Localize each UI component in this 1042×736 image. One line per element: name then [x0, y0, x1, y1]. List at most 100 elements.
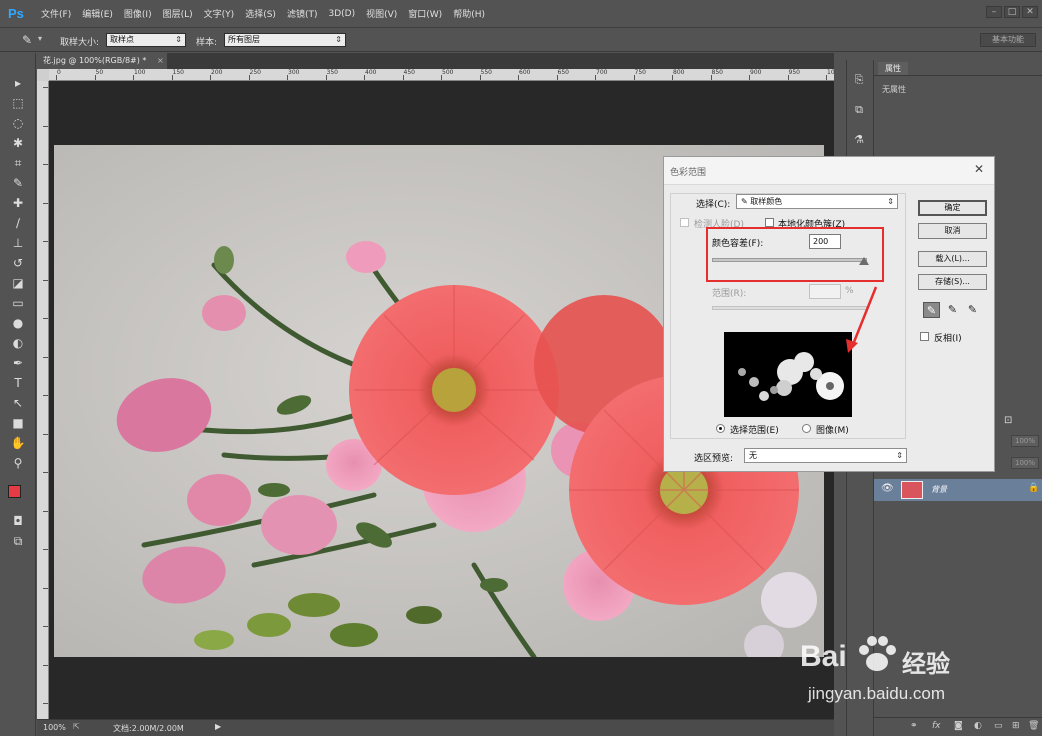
blur-tool-icon[interactable]: ●	[10, 315, 26, 331]
load-button[interactable]: 载入(L)...	[918, 251, 987, 267]
menu-layer[interactable]: 图层(L)	[163, 7, 193, 20]
quick-selection-tool-icon[interactable]: ✱	[10, 135, 26, 151]
eyedropper-minus-icon[interactable]: ✎	[964, 302, 981, 318]
dodge-tool-icon[interactable]: ◐	[10, 335, 26, 351]
image-radio[interactable]	[802, 424, 811, 433]
properties-tab[interactable]: 属性	[878, 62, 908, 75]
document-tab[interactable]: 花.jpg @ 100%(RGB/8#) * ×	[37, 53, 167, 69]
type-tool-icon[interactable]: T	[10, 375, 26, 391]
ruler-tick-mark	[94, 75, 96, 80]
baidu-jingyan-watermark: Bai 经验 jingyan.baidu.com	[794, 626, 994, 716]
delete-layer-icon[interactable]: 🗑	[1028, 721, 1039, 731]
ruler-tick-mark	[43, 703, 48, 704]
ruler-tick-label: 100	[134, 69, 146, 76]
visibility-eye-icon[interactable]: 👁	[881, 483, 894, 494]
clone-stamp-tool-icon[interactable]: ⊥	[10, 235, 26, 251]
sample-size-select[interactable]: 取样点 ⇕	[106, 33, 186, 47]
brush-tool-icon[interactable]: ∕	[10, 215, 26, 231]
ruler-tick-mark	[43, 626, 48, 627]
lock-icon[interactable]: ⊡	[1004, 415, 1012, 426]
menu-filter[interactable]: 滤镜(T)	[287, 7, 318, 20]
eyedropper-plus-icon[interactable]: ✎	[944, 302, 961, 318]
eraser-tool-icon[interactable]: ◪	[10, 275, 26, 291]
zoom-level[interactable]: 100%	[43, 723, 66, 732]
eyedropper-tool-icon[interactable]: ✎	[10, 175, 26, 191]
status-menu-arrow-icon[interactable]: ▶	[215, 722, 221, 731]
gradient-tool-icon[interactable]: ▭	[10, 295, 26, 311]
invert-checkbox[interactable]	[920, 332, 929, 341]
crop-tool-icon[interactable]: ⌗	[10, 155, 26, 171]
sample-size-value: 取样点	[110, 35, 134, 44]
ok-button[interactable]: 确定	[918, 200, 987, 216]
zoom-tool-icon[interactable]: ⚲	[10, 455, 26, 471]
localized-clusters-checkbox[interactable]	[765, 218, 774, 227]
ruler-tick-mark	[287, 75, 288, 80]
close-window-button[interactable]: ✕	[1022, 6, 1038, 18]
healing-brush-tool-icon[interactable]: ✚	[10, 195, 26, 211]
lasso-tool-icon[interactable]: ◌	[10, 115, 26, 131]
document-tab-title: 花.jpg @ 100%(RGB/8#) *	[43, 56, 147, 65]
workspace-switcher[interactable]: 基本功能	[980, 33, 1036, 47]
select-dropdown[interactable]: ✎ 取样颜色 ⇕	[736, 194, 898, 209]
selection-radio[interactable]	[716, 424, 725, 433]
sample-select[interactable]: 所有图层 ⇕	[224, 33, 346, 47]
minimize-button[interactable]: –	[986, 6, 1002, 18]
new-layer-icon[interactable]: ⊞	[1012, 721, 1020, 731]
select-dropdown-value: 取样颜色	[750, 197, 783, 206]
selection-preview-value: 无	[749, 451, 757, 460]
history-brush-tool-icon[interactable]: ↺	[10, 255, 26, 271]
cancel-button[interactable]: 取消	[918, 223, 987, 239]
close-icon[interactable]: ✕	[972, 162, 986, 176]
selection-preview-dropdown[interactable]: 无 ⇕	[744, 448, 907, 463]
horizontal-ruler[interactable]: 0 50 100 150 200 250 300 350 400 450 500 550 600 650 7…	[49, 69, 834, 81]
quick-mask-icon[interactable]: ◘	[10, 513, 26, 529]
history-panel-icon[interactable]: ⎘	[851, 72, 867, 88]
menu-help[interactable]: 帮助(H)	[453, 7, 485, 20]
layer-style-icon[interactable]: fx	[932, 721, 941, 731]
range-input[interactable]	[809, 284, 841, 299]
menu-file[interactable]: 文件(F)	[41, 7, 71, 20]
layer-row-background[interactable]: 👁 背景 🔒	[874, 479, 1042, 501]
close-tab-icon[interactable]: ×	[157, 56, 164, 65]
foreground-color-swatch[interactable]	[8, 485, 21, 498]
maximize-button[interactable]: □	[1004, 6, 1020, 18]
adjustment-layer-icon[interactable]: ◐	[974, 721, 982, 731]
hand-tool-icon[interactable]: ✋	[10, 435, 26, 451]
menu-select[interactable]: 选择(S)	[245, 7, 276, 20]
ruler-tick-mark	[43, 164, 48, 165]
menu-window[interactable]: 窗口(W)	[408, 7, 442, 20]
menu-3d[interactable]: 3D(D)	[328, 9, 355, 19]
new-group-icon[interactable]: ▭	[994, 721, 1003, 731]
dialog-titlebar[interactable]: 色彩范围 ✕	[664, 157, 994, 185]
rectangle-tool-icon[interactable]: ■	[10, 415, 26, 431]
selection-preview-label: 选区预览:	[694, 454, 734, 464]
vertical-ruler[interactable]	[37, 69, 49, 719]
menu-edit[interactable]: 编辑(E)	[82, 7, 113, 20]
menu-image[interactable]: 图像(I)	[124, 7, 152, 20]
select-arrow-icon: ⇕	[335, 35, 342, 44]
eyedropper-icon[interactable]: ✎	[22, 33, 32, 47]
eyedropper-icon[interactable]: ✎	[923, 302, 940, 318]
fill-field[interactable]: 100%	[1011, 457, 1039, 469]
ruler-tick-label: 500	[442, 69, 454, 76]
ruler-tick-label: 250	[249, 69, 261, 76]
opacity-field[interactable]: 100%	[1011, 435, 1039, 447]
path-selection-tool-icon[interactable]: ↖	[10, 395, 26, 411]
export-icon[interactable]: ⇱	[73, 722, 80, 731]
brush-presets-icon[interactable]: ⚗	[851, 132, 867, 148]
menu-view[interactable]: 视图(V)	[366, 7, 397, 20]
pen-tool-icon[interactable]: ✒	[10, 355, 26, 371]
screen-mode-icon[interactable]: ⧉	[10, 533, 26, 549]
watermark-brand-cn: 经验	[902, 650, 950, 678]
ruler-origin[interactable]	[37, 69, 49, 81]
detect-faces-checkbox[interactable]	[680, 218, 689, 227]
actions-panel-icon[interactable]: ⧉	[851, 102, 867, 118]
add-mask-icon[interactable]: ◙	[954, 721, 963, 731]
tool-preset-chevron-icon[interactable]: ▾	[38, 34, 42, 43]
menu-type[interactable]: 文字(Y)	[204, 7, 235, 20]
layer-name[interactable]: 背景	[931, 484, 947, 495]
save-button[interactable]: 存储(S)...	[918, 274, 987, 290]
marquee-tool-icon[interactable]: ⬚	[10, 95, 26, 111]
link-layers-icon[interactable]: ⚭	[910, 721, 918, 731]
move-tool-icon[interactable]: ▸	[10, 75, 26, 91]
